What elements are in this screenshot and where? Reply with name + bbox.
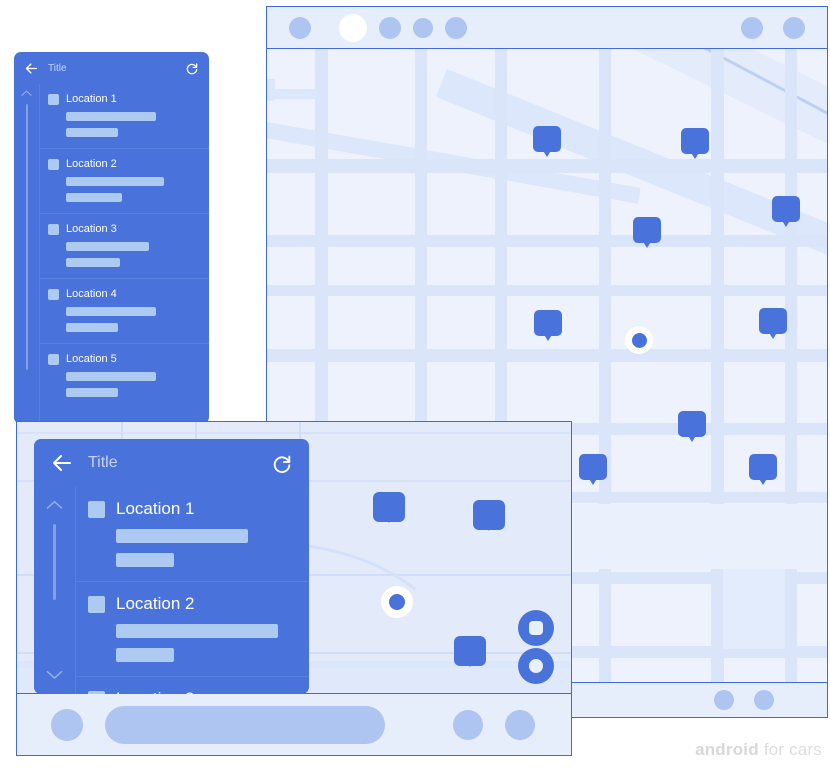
list-item-label: Location 1 — [116, 499, 195, 518]
list-item-placeholder-bar — [66, 177, 164, 186]
system-status-bar — [267, 7, 827, 49]
list-item-thumbnail-icon — [48, 93, 59, 105]
list-item-placeholder-bar — [66, 307, 156, 316]
list-item-header: Location 4 — [48, 288, 199, 300]
status-dot-right-1[interactable] — [741, 16, 763, 39]
watermark-suffix: for cars — [758, 740, 822, 759]
list-item-placeholder-bar — [116, 529, 248, 543]
front-location-list-panel: Title Location 1 Location 2 Location 3 — [34, 439, 309, 694]
list-item-header: Location 3 — [88, 689, 295, 694]
fmap-road-h7 — [17, 432, 571, 434]
list-item-thumbnail-icon — [48, 288, 59, 300]
list-item-label: Location 3 — [66, 223, 117, 235]
list-item-placeholder-bar — [66, 242, 149, 251]
scroll-rail[interactable] — [14, 84, 40, 424]
nav-search-pill[interactable] — [105, 705, 385, 744]
status-dot-3[interactable] — [379, 16, 401, 39]
scrollbar-thumb[interactable] — [25, 104, 28, 370]
panel-body: Location 1 Location 2 Location 3 — [34, 487, 309, 694]
list-item-placeholder-bar — [116, 553, 174, 567]
list-item-label: Location 4 — [66, 288, 117, 300]
map-block-2 — [723, 569, 785, 649]
map-road-h4 — [267, 349, 827, 362]
nav-dot-settings[interactable] — [505, 709, 535, 740]
list-item-placeholder-bar — [66, 388, 118, 397]
list-item-thumbnail-icon — [88, 595, 105, 613]
map-road-h3 — [267, 285, 827, 296]
list-item-thumbnail-icon — [88, 690, 105, 694]
back-arrow-icon[interactable] — [24, 61, 39, 76]
list-item[interactable]: Location 1 — [76, 487, 309, 581]
location-list[interactable]: Location 1 Location 2 Location 3 Location 4… — [40, 84, 209, 424]
status-dot-right-2[interactable] — [783, 16, 805, 39]
list-item-placeholder-bar — [66, 128, 118, 137]
list-item[interactable]: Location 1 — [40, 84, 209, 148]
app-bar-title: Title — [88, 454, 118, 471]
list-item-label: Location 5 — [66, 353, 117, 365]
list-item[interactable]: Location 2 — [76, 581, 309, 676]
list-item-header: Location 3 — [48, 223, 199, 235]
chevron-up-icon[interactable] — [46, 499, 63, 510]
app-bar-title: Title — [48, 62, 67, 74]
scrollbar-thumb[interactable] — [53, 524, 56, 600]
nav-dot-1[interactable] — [714, 690, 734, 710]
list-item[interactable]: Location 3 — [40, 213, 209, 278]
map-road-h1 — [267, 159, 827, 173]
panel-body: Location 1 Location 2 Location 3 Location 4… — [14, 84, 209, 424]
map-road-v4 — [599, 49, 611, 682]
list-item-placeholder-bar — [116, 648, 174, 662]
list-item-placeholder-bar — [66, 323, 118, 332]
map-road-v6 — [785, 49, 797, 682]
nav-dot-2[interactable] — [754, 690, 774, 710]
back-location-list-panel: Title Location 1 Location 2 Location 3 Loca… — [14, 52, 209, 424]
map-block-4 — [267, 79, 275, 101]
list-item-label: Location 1 — [66, 93, 117, 105]
list-item-placeholder-bar — [116, 624, 278, 638]
status-dot-4[interactable] — [413, 17, 433, 38]
app-bar: Title — [14, 52, 209, 84]
list-item[interactable]: Location 3 — [76, 676, 309, 694]
list-item-thumbnail-icon — [48, 223, 59, 235]
list-item-thumbnail-icon — [48, 158, 59, 170]
refresh-icon[interactable] — [185, 61, 199, 75]
android-for-cars-watermark: android for cars — [695, 740, 822, 760]
list-item-label: Location 2 — [66, 158, 117, 170]
app-bar: Title — [34, 439, 309, 487]
list-item-label: Location 2 — [116, 594, 195, 613]
list-item-thumbnail-icon — [88, 500, 105, 518]
back-arrow-icon[interactable] — [50, 451, 74, 475]
list-item-header: Location 1 — [48, 93, 199, 105]
map-road-h2 — [267, 235, 827, 247]
watermark-brand: android — [695, 740, 759, 759]
status-dot-1[interactable] — [289, 16, 311, 39]
refresh-icon[interactable] — [271, 452, 293, 474]
list-item-placeholder-bar — [66, 372, 156, 381]
location-list[interactable]: Location 1 Location 2 Location 3 — [76, 487, 309, 694]
status-dot-5[interactable] — [445, 16, 467, 39]
system-nav-bar — [17, 693, 571, 755]
canvas: Title Location 1 Location 2 Location 3 Loca… — [0, 0, 830, 768]
chevron-up-icon[interactable] — [21, 89, 32, 97]
status-dot-2-active[interactable] — [339, 13, 367, 42]
chevron-down-icon[interactable] — [46, 669, 63, 680]
nav-dot-apps[interactable] — [453, 709, 483, 740]
list-item-placeholder-bar — [66, 193, 122, 202]
list-item-header: Location 5 — [48, 353, 199, 365]
scroll-rail[interactable] — [34, 487, 76, 694]
list-item-placeholder-bar — [66, 112, 156, 121]
list-item-header: Location 2 — [88, 594, 295, 614]
nav-dot-home[interactable] — [51, 708, 83, 741]
list-item[interactable]: Location 4 — [40, 278, 209, 343]
list-item[interactable]: Location 2 — [40, 148, 209, 213]
list-item-header: Location 1 — [88, 499, 295, 519]
list-item-header: Location 2 — [48, 158, 199, 170]
list-item[interactable]: Location 5 — [40, 343, 209, 408]
list-item-thumbnail-icon — [48, 353, 59, 365]
list-item-label: Location 3 — [116, 689, 194, 694]
list-item-placeholder-bar — [66, 258, 120, 267]
